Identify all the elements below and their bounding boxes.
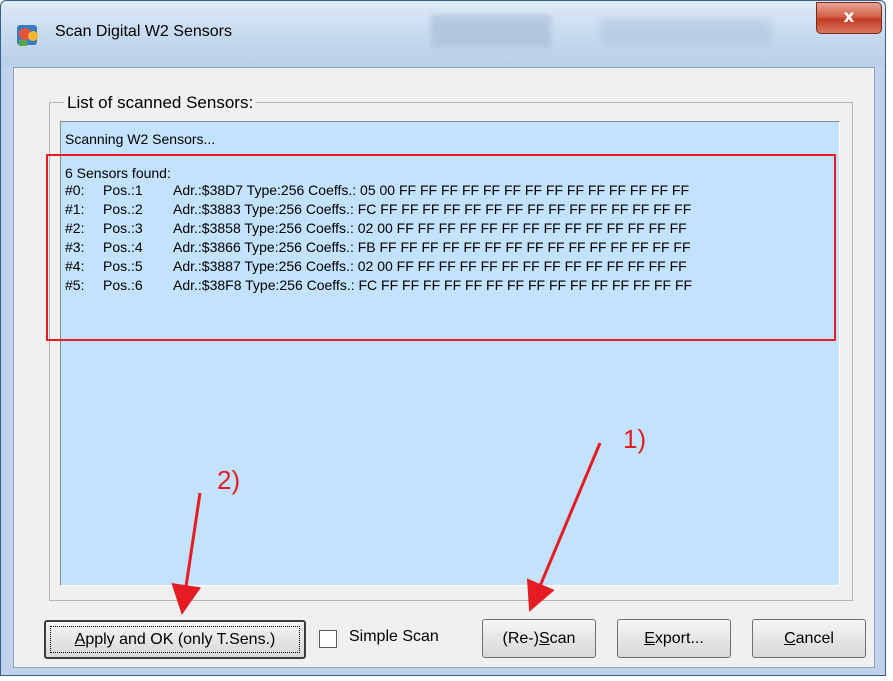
annotation-step-2: 2) — [217, 465, 241, 495]
scanning-status: Scanning W2 Sensors... — [65, 131, 216, 147]
background-blur — [431, 15, 551, 47]
close-button[interactable]: x — [816, 2, 882, 34]
background-blur — [601, 19, 771, 45]
simple-scan-checkbox[interactable] — [319, 630, 337, 648]
rescan-button[interactable]: (Re-)Scan — [482, 619, 596, 658]
highlight-box — [46, 154, 836, 341]
simple-scan-label[interactable]: Simple Scan — [349, 628, 439, 646]
export-button[interactable]: Export... — [617, 619, 731, 658]
annotation-step-1: 1) — [623, 424, 647, 454]
focus-rectangle — [50, 626, 300, 653]
groupbox-legend: List of scanned Sensors: — [64, 93, 257, 113]
title-bar[interactable]: Scan Digital W2 Sensors x — [1, 1, 885, 67]
apply-ok-button[interactable]: Apply and OK (only T.Sens.) — [44, 620, 306, 659]
cancel-button[interactable]: Cancel — [752, 619, 866, 658]
window-title: Scan Digital W2 Sensors — [55, 23, 232, 40]
app-icon — [17, 25, 38, 46]
